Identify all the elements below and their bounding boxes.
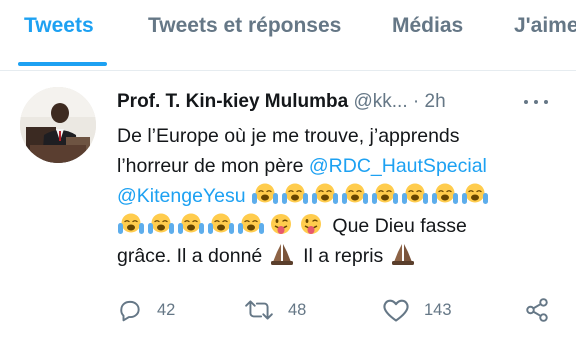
tab-tweets-and-replies[interactable]: Tweets et réponses (148, 14, 341, 38)
loudly-crying-face-emoji (237, 212, 265, 236)
tweet-time[interactable]: 2h (425, 91, 446, 112)
winking-tongue-face-emoji (297, 212, 325, 236)
folded-hands-emoji (389, 242, 417, 266)
share-button[interactable] (524, 295, 550, 325)
winking-tongue-face-emoji (267, 212, 295, 236)
loudly-crying-face-emoji (147, 212, 175, 236)
emoji-row-b (117, 212, 327, 237)
loudly-crying-face-emoji (117, 212, 145, 236)
folded-hands-emoji (268, 242, 296, 266)
emoji-pray-b (389, 242, 419, 267)
retweet-icon (245, 300, 273, 320)
emoji-row-a (251, 182, 491, 207)
reply-button[interactable]: 42 (117, 295, 175, 325)
tweet-text-segment: Que Dieu fasse (327, 215, 467, 237)
separator-dot: · (412, 91, 420, 112)
loudly-crying-face-emoji (371, 182, 399, 206)
loudly-crying-face-emoji (341, 182, 369, 206)
tweet-text-line: De l’Europe où je me trouve, j’apprends (117, 125, 460, 147)
heart-icon (383, 299, 409, 322)
avatar[interactable] (20, 87, 96, 163)
tweet-text-line: @KitengeYesu (117, 181, 557, 211)
author-handle[interactable]: @kk... (353, 91, 407, 112)
more-options-icon[interactable] (522, 97, 550, 107)
share-icon (526, 298, 548, 322)
mention-link[interactable]: @RDC_HautSpecial (309, 155, 487, 177)
loudly-crying-face-emoji (281, 182, 309, 206)
reply-icon (120, 300, 140, 322)
tab-likes[interactable]: J'aime (514, 14, 576, 38)
tweet-text: De l’Europe où je me trouve, j’apprends … (117, 121, 557, 271)
loudly-crying-face-emoji (177, 212, 205, 236)
like-button[interactable]: 143 (382, 295, 452, 325)
emoji-pray-a (268, 242, 298, 267)
tweet-header: Prof. T. Kin-kiey Mulumba @kk... · 2h (117, 91, 446, 113)
tweet-text-line: grâce. Il a donné Il a repris (117, 241, 557, 271)
loudly-crying-face-emoji (251, 182, 279, 206)
tweet[interactable]: Prof. T. Kin-kiey Mulumba @kk... · 2h De… (0, 71, 576, 359)
tweet-text-segment: Il a repris (297, 245, 389, 267)
profile-tabs: Tweets Tweets et réponses Médias J'aime (0, 0, 576, 70)
loudly-crying-face-emoji (401, 182, 429, 206)
loudly-crying-face-emoji (461, 182, 489, 206)
active-tab-indicator (18, 62, 107, 66)
loudly-crying-face-emoji (311, 182, 339, 206)
tweet-text-segment: grâce. Il a donné (117, 245, 268, 267)
reply-count: 42 (157, 300, 176, 319)
retweet-count: 48 (288, 300, 307, 319)
author-name[interactable]: Prof. T. Kin-kiey Mulumba (117, 91, 348, 112)
tweet-text-line: l’horreur de mon père @RDC_HautSpecial (117, 151, 557, 181)
loudly-crying-face-emoji (207, 212, 235, 236)
tab-media[interactable]: Médias (392, 14, 463, 38)
retweet-button[interactable]: 48 (244, 295, 306, 325)
mention-link[interactable]: @KitengeYesu (117, 185, 246, 207)
tab-tweets[interactable]: Tweets (24, 14, 94, 38)
tweet-actions: 42 48 143 (0, 291, 576, 331)
tweet-text-line: Que Dieu fasse (117, 211, 557, 241)
like-count: 143 (424, 300, 452, 319)
loudly-crying-face-emoji (431, 182, 459, 206)
tweet-text-segment: l’horreur de mon père (117, 155, 309, 177)
